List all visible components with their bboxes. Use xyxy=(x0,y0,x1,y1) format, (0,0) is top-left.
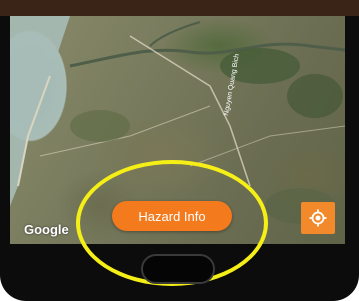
vegetation-patch xyxy=(287,74,343,118)
google-logo: Google xyxy=(24,222,69,237)
my-location-button[interactable] xyxy=(301,202,335,234)
river-branch xyxy=(149,21,201,47)
status-strip xyxy=(0,0,359,16)
hazard-info-button[interactable]: Hazard Info xyxy=(112,201,232,231)
my-location-icon xyxy=(309,209,327,227)
secondary-road-east xyxy=(189,125,345,167)
vegetation-patch xyxy=(70,110,130,142)
river xyxy=(69,42,345,68)
home-button[interactable] xyxy=(141,254,215,284)
